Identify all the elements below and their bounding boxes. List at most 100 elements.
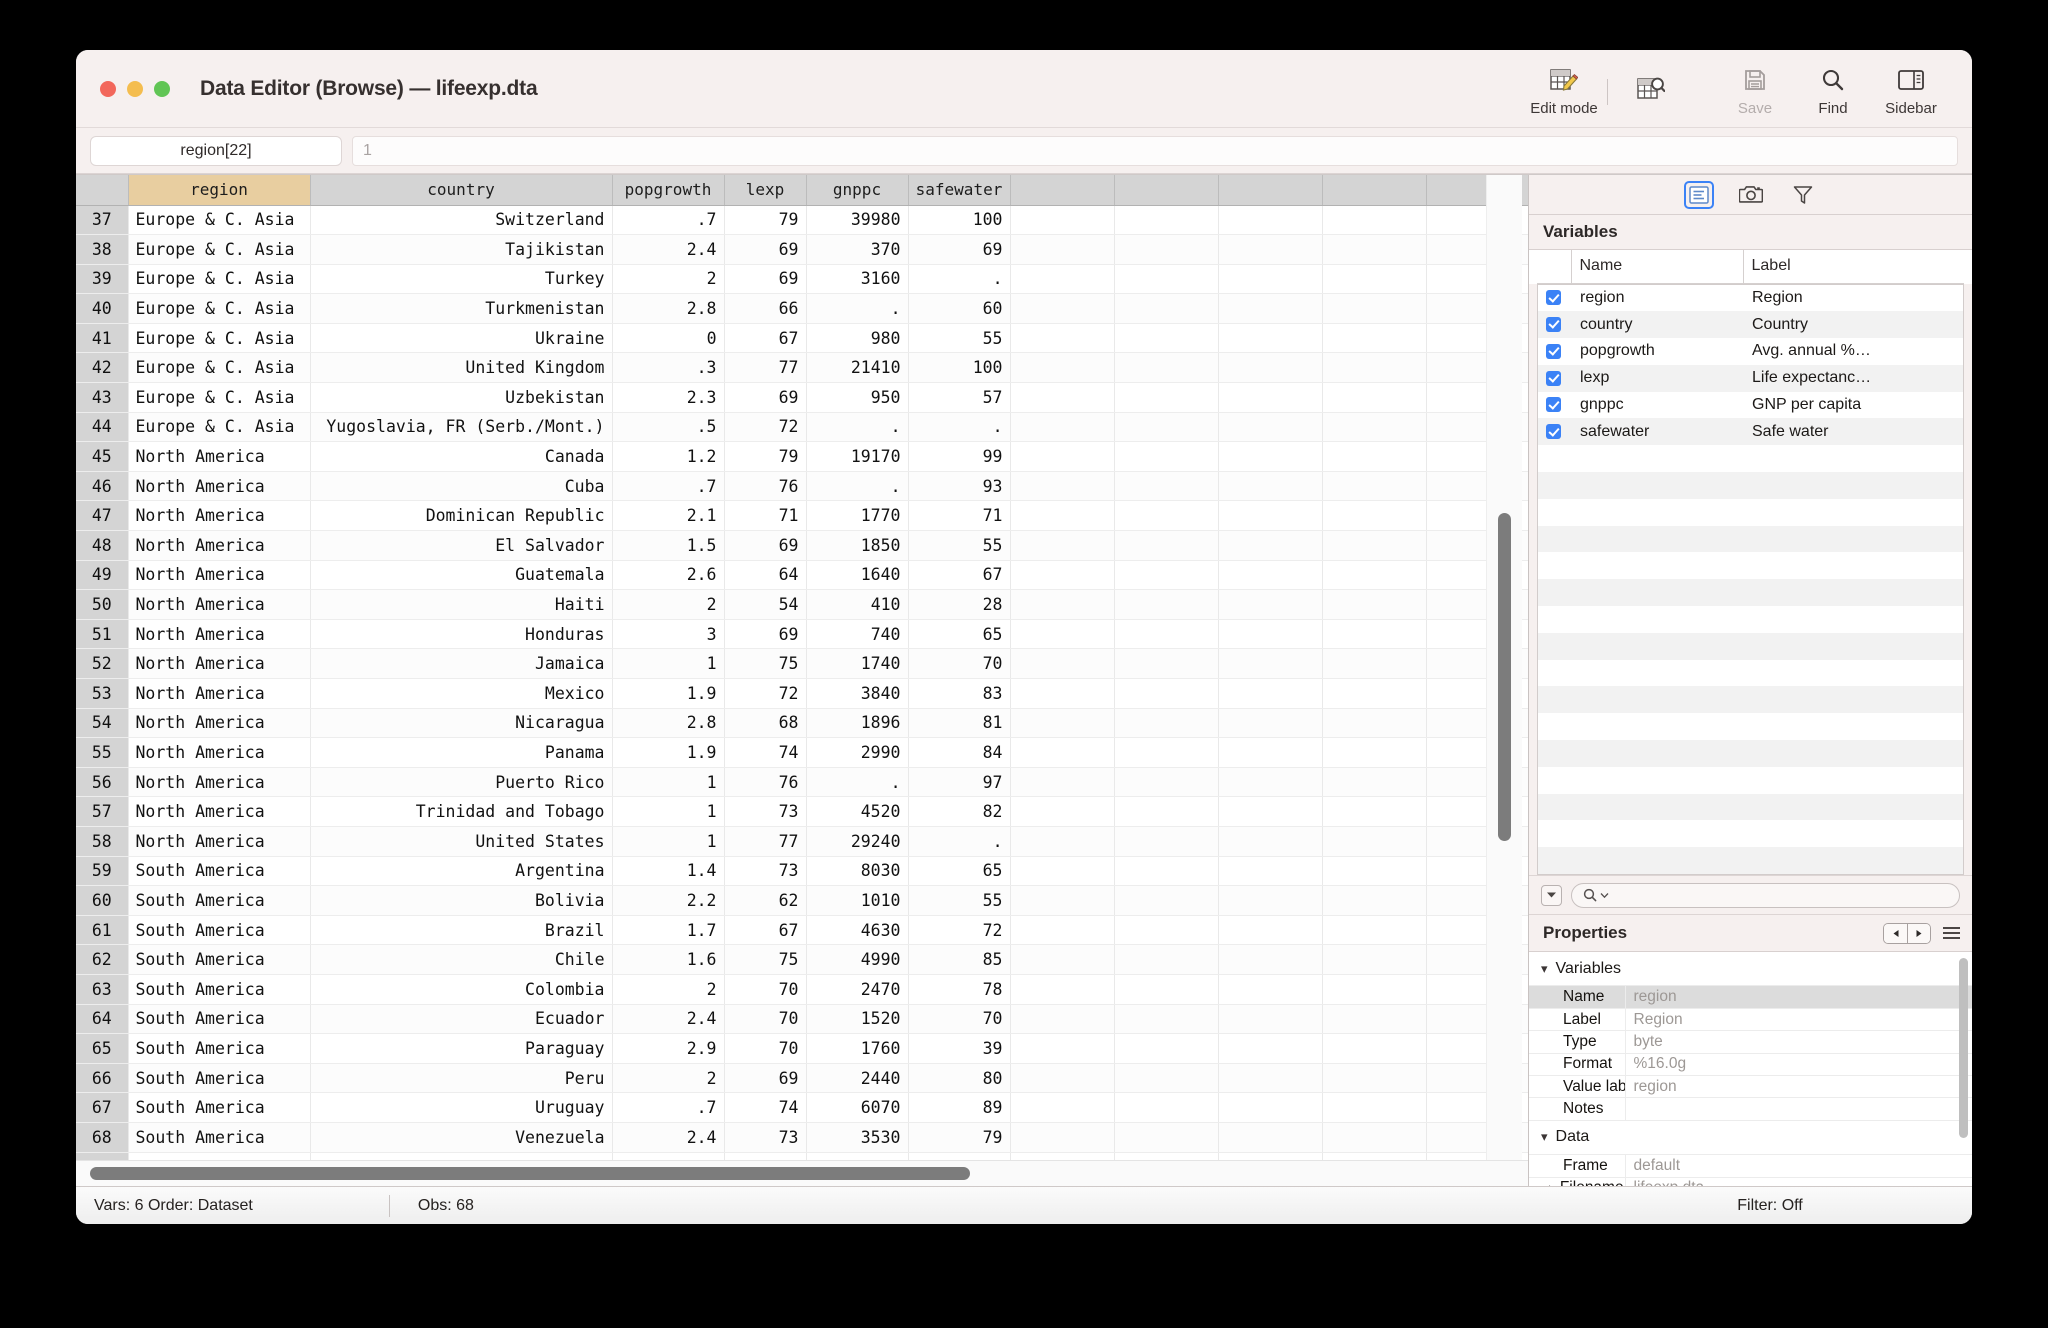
column-header-country[interactable]: country <box>310 175 613 206</box>
column-header-blank[interactable] <box>1218 175 1323 206</box>
cell-empty[interactable] <box>1322 234 1427 265</box>
cell-gnppc[interactable]: 4520 <box>806 796 909 827</box>
property-row[interactable]: Label Region <box>1529 1008 1972 1032</box>
cell-region[interactable]: South America <box>128 1063 311 1094</box>
cell-gnppc[interactable]: 21410 <box>806 352 909 384</box>
row-number[interactable]: 38 <box>76 234 129 265</box>
cell-country[interactable]: Haiti <box>310 589 613 620</box>
cell-region[interactable]: North America <box>128 708 311 739</box>
cell-empty[interactable] <box>1218 234 1323 265</box>
table-row[interactable]: 68 South America Venezuela 2.4 73 3530 79 <box>76 1122 1528 1153</box>
cell-empty[interactable] <box>1114 915 1219 946</box>
table-row[interactable]: 55 North America Panama 1.9 74 2990 84 <box>76 737 1528 768</box>
cell-region[interactable]: North America <box>128 796 311 827</box>
cell-gnppc[interactable]: 980 <box>806 323 909 354</box>
cell-region[interactable]: Europe & C. Asia <box>128 412 311 443</box>
cell-empty[interactable] <box>1322 678 1427 709</box>
table-row[interactable]: 65 South America Paraguay 2.9 70 1760 39 <box>76 1033 1528 1064</box>
cell-empty[interactable] <box>1322 974 1427 1005</box>
cell-popgrowth[interactable]: .5 <box>612 412 725 443</box>
cell-empty[interactable] <box>1010 915 1115 946</box>
row-number[interactable]: 61 <box>76 915 129 946</box>
cell-gnppc[interactable]: . <box>806 412 909 443</box>
cell-safewater[interactable]: 78 <box>908 974 1011 1005</box>
row-number[interactable]: 67 <box>76 1092 129 1123</box>
cell-empty[interactable] <box>1010 1092 1115 1123</box>
table-row[interactable]: 39 Europe & C. Asia Turkey 2 69 3160. <box>76 264 1528 295</box>
table-row[interactable]: 59 South America Argentina 1.4 73 8030 65 <box>76 856 1528 887</box>
cell-country[interactable]: Colombia <box>310 974 613 1005</box>
row-number[interactable]: 57 <box>76 796 129 827</box>
cell-empty[interactable] <box>1114 293 1219 324</box>
cell-empty[interactable] <box>1322 500 1427 532</box>
properties-prev-button[interactable] <box>1884 923 1907 943</box>
variable-name[interactable]: gnppc <box>1572 391 1744 419</box>
cell-region[interactable]: North America <box>128 678 311 709</box>
cell-empty[interactable] <box>1218 589 1323 620</box>
cell-empty[interactable] <box>1218 264 1323 295</box>
cell-empty[interactable] <box>1114 234 1219 265</box>
cell-empty[interactable] <box>1010 974 1115 1005</box>
cell-empty[interactable] <box>1322 1092 1427 1123</box>
cell-empty[interactable] <box>1218 737 1323 768</box>
cell-gnppc[interactable]: 740 <box>806 619 909 650</box>
edit-mode-button[interactable]: Edit mode <box>1525 58 1603 117</box>
cell-empty[interactable] <box>1010 382 1115 413</box>
cell-lexp[interactable]: 79 <box>724 441 807 472</box>
cell-empty[interactable] <box>1218 826 1323 857</box>
cell-lexp[interactable]: 76 <box>724 471 807 502</box>
cell-empty[interactable] <box>1010 678 1115 709</box>
cell-gnppc[interactable]: 3840 <box>806 678 909 709</box>
cell-region[interactable]: South America <box>128 1092 311 1123</box>
cell-safewater[interactable]: 65 <box>908 619 1011 650</box>
cell-empty[interactable] <box>1114 1033 1219 1064</box>
cell-region[interactable]: South America <box>128 944 311 975</box>
row-number[interactable]: 65 <box>76 1033 129 1064</box>
cell-empty[interactable] <box>1322 441 1427 472</box>
cell-empty[interactable] <box>1218 530 1323 561</box>
cell-empty[interactable] <box>1322 767 1427 798</box>
cell-reference-input[interactable]: region[22] <box>90 135 342 166</box>
zoom-window-button[interactable] <box>154 80 170 97</box>
row-number[interactable]: 40 <box>76 293 129 324</box>
cell-gnppc[interactable]: 1640 <box>806 560 909 591</box>
cell-empty[interactable] <box>1010 1033 1115 1064</box>
cell-safewater[interactable]: 39 <box>908 1033 1011 1064</box>
filter-funnel-icon[interactable] <box>1790 183 1816 207</box>
cell-country[interactable]: Trinidad and Tobago <box>310 796 613 827</box>
cell-region[interactable]: North America <box>128 560 311 591</box>
cell-empty[interactable] <box>1010 708 1115 739</box>
table-row[interactable]: 62 South America Chile 1.6 75 4990 85 <box>76 944 1528 975</box>
cell-empty[interactable] <box>1322 205 1427 236</box>
cell-empty[interactable] <box>1218 974 1323 1005</box>
cell-region[interactable]: Europe & C. Asia <box>128 293 311 324</box>
properties-menu-icon[interactable] <box>1943 927 1960 940</box>
cell-safewater[interactable]: 55 <box>908 323 1011 354</box>
cell-empty[interactable] <box>1218 1033 1323 1064</box>
cell-empty[interactable] <box>1218 293 1323 324</box>
cell-lexp[interactable]: 79 <box>724 205 807 236</box>
cell-safewater[interactable]: 55 <box>908 530 1011 561</box>
cell-lexp[interactable]: 68 <box>724 708 807 739</box>
variable-row[interactable]: region Region <box>1538 284 1963 312</box>
cell-empty[interactable] <box>1010 293 1115 324</box>
cell-country[interactable]: United Kingdom <box>310 352 613 384</box>
row-number[interactable]: 39 <box>76 264 129 295</box>
cell-gnppc[interactable]: 4630 <box>806 915 909 946</box>
cell-popgrowth[interactable]: 1 <box>612 796 725 827</box>
cell-region[interactable]: South America <box>128 1033 311 1064</box>
cell-empty[interactable] <box>1010 471 1115 502</box>
cell-country[interactable]: Peru <box>310 1063 613 1094</box>
cell-lexp[interactable]: 77 <box>724 352 807 384</box>
cell-popgrowth[interactable]: 1.7 <box>612 915 725 946</box>
cell-empty[interactable] <box>1010 323 1115 354</box>
cell-region[interactable]: North America <box>128 589 311 620</box>
cell-empty[interactable] <box>1322 1033 1427 1064</box>
row-number[interactable]: 47 <box>76 500 129 532</box>
cell-empty[interactable] <box>1114 1004 1219 1035</box>
table-row[interactable]: 41 Europe & C. Asia Ukraine 0 67 980 55 <box>76 323 1528 354</box>
cell-empty[interactable] <box>1218 856 1323 887</box>
cell-empty[interactable] <box>1114 737 1219 768</box>
grid-horizontal-scrollbar-thumb[interactable] <box>90 1167 970 1180</box>
cell-empty[interactable] <box>1218 708 1323 739</box>
